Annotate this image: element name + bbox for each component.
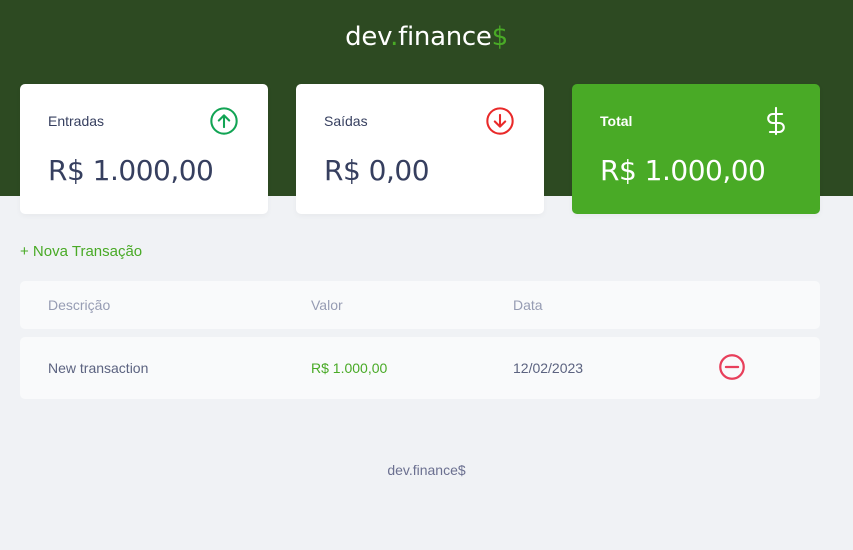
logo-suffix: $ bbox=[491, 22, 509, 52]
row-description: New transaction bbox=[48, 360, 149, 376]
total-card-label: Total bbox=[600, 113, 633, 129]
expense-card: Saídas R$ 0,00 bbox=[296, 84, 544, 214]
expense-card-label: Saídas bbox=[324, 113, 368, 129]
logo-main: finance bbox=[398, 22, 492, 52]
footer: dev.finance$ bbox=[387, 462, 466, 478]
table-row: New transaction R$ 1.000,00 12/02/2023 bbox=[20, 337, 820, 399]
dollar-sign-icon bbox=[767, 106, 785, 136]
income-card-value: R$ 1.000,00 bbox=[48, 154, 214, 187]
logo: dev.finance$ bbox=[0, 22, 853, 52]
header-date: Data bbox=[513, 297, 543, 313]
income-card-label: Entradas bbox=[48, 113, 105, 129]
new-transaction-button[interactable]: + Nova Transação bbox=[20, 243, 142, 260]
arrow-up-circle-icon bbox=[210, 107, 238, 135]
arrow-down-circle-icon bbox=[486, 107, 514, 135]
header-value: Valor bbox=[311, 297, 343, 313]
table-header: Descrição Valor Data bbox=[20, 281, 820, 329]
total-card-value: R$ 1.000,00 bbox=[600, 154, 766, 187]
minus-circle-icon[interactable] bbox=[717, 352, 747, 382]
total-card: Total R$ 1.000,00 bbox=[572, 84, 820, 214]
logo-dot: . bbox=[390, 22, 399, 52]
row-date: 12/02/2023 bbox=[513, 360, 584, 376]
expense-card-value: R$ 0,00 bbox=[324, 154, 430, 187]
income-card: Entradas R$ 1.000,00 bbox=[20, 84, 268, 214]
row-value: R$ 1.000,00 bbox=[311, 360, 388, 376]
logo-prefix: dev bbox=[345, 22, 391, 52]
header-description: Descrição bbox=[48, 297, 111, 313]
